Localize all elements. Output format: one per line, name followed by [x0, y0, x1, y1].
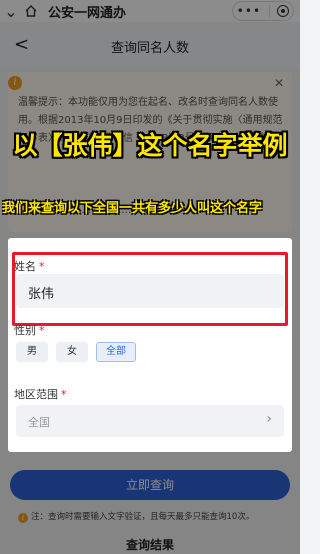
required-mark: * — [61, 388, 67, 401]
required-mark: * — [39, 260, 45, 273]
overlay-caption-large: 以【张伟】这个名字举例 — [12, 131, 288, 160]
query-button[interactable]: 立即查询 — [10, 470, 290, 500]
warning-icon: i — [18, 513, 28, 523]
gender-label-text: 性别 — [14, 324, 36, 337]
gender-option-male[interactable]: 男 — [16, 342, 48, 362]
name-label: 姓名 * — [14, 258, 45, 274]
region-select[interactable]: 全国 › — [16, 405, 284, 437]
region-label: 地区范围 * — [14, 386, 67, 402]
miniprogram-bar: ⌄ 公安一网通办 ••• — [0, 0, 300, 22]
target-close-icon[interactable] — [277, 5, 290, 17]
results-title: 查询结果 — [125, 538, 174, 552]
note-text: 注：查询时需要输入文字验证，且每天最多只能查询10次。 — [31, 512, 255, 522]
gender-label: 性别 * — [14, 322, 45, 338]
name-label-text: 姓名 — [14, 260, 36, 273]
required-mark: * — [39, 324, 45, 337]
note: i 注：查询时需要输入文字验证，且每天最多只能查询10次。 — [18, 510, 292, 523]
gender-option-female[interactable]: 女 — [56, 342, 88, 362]
page-title: 查询同名人数 — [110, 41, 189, 56]
region-value: 全国 — [28, 416, 50, 429]
gender-option-all[interactable]: 全部 — [96, 342, 136, 362]
capsule-divider — [268, 5, 270, 17]
close-icon[interactable]: ✕ — [274, 76, 284, 90]
app-title: 公安一网通办 — [48, 5, 127, 21]
home-icon[interactable] — [22, 2, 40, 20]
region-label-text: 地区范围 — [14, 388, 58, 401]
page-header: < 查询同名人数 — [0, 22, 300, 68]
capsule-menu: ••• — [232, 1, 294, 21]
chevron-right-icon: › — [266, 411, 272, 427]
more-dots-icon[interactable]: ••• — [237, 4, 261, 18]
info-icon: i — [8, 76, 22, 90]
overlay-caption-small: 我们来查询以下全国一共有多少人叫这个名字 — [2, 201, 263, 216]
query-form-card: 姓名 * 张伟 性别 * 男 女 全部 地区范围 * 全国 › — [8, 238, 292, 452]
name-input[interactable]: 张伟 — [16, 274, 284, 308]
chevron-down-icon[interactable]: ⌄ — [0, 2, 22, 21]
